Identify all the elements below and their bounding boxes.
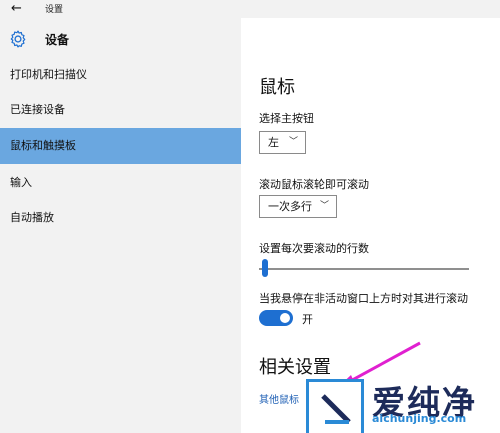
chevron-down-icon: ﹀ [319,201,329,211]
other-mouse-options-link[interactable]: 其他鼠标 [259,391,299,406]
toggle-knob [280,313,290,323]
sidebar-item-mouse-touchpad[interactable]: 鼠标和触摸板 [0,128,241,164]
section-title-mouse: 鼠标 [259,77,295,98]
inactive-scroll-toggle[interactable] [259,310,293,326]
inactive-scroll-label: 当我悬停在非活动窗口上方时对其进行滚动 [259,292,468,305]
scroll-mode-select[interactable]: 一次多行 ﹀ [259,195,337,218]
window-title: 设置 [45,5,64,15]
sidebar-header: 设备 [0,26,241,54]
sidebar-item-typing[interactable]: 输入 [0,165,241,201]
watermark-logo-icon [321,394,351,424]
toggle-state-label: 开 [302,313,313,326]
slider-thumb[interactable] [262,259,268,277]
lines-per-scroll-slider[interactable] [259,268,469,270]
main-content: 鼠标 选择主按钮 左 ﹀ 滚动鼠标滚轮即可滚动 一次多行 ﹀ 设置每次要滚动的行… [241,18,500,433]
sidebar-item-autoplay[interactable]: 自动播放 [0,200,241,236]
gear-icon [10,30,26,48]
chevron-down-icon: ﹀ [288,137,298,147]
back-arrow-icon[interactable]: ← [11,1,27,17]
primary-button-value: 左 [268,136,279,149]
sidebar-item-printers[interactable]: 打印机和扫描仪 [0,57,241,93]
sidebar-item-connected-devices[interactable]: 已连接设备 [0,92,241,128]
section-title-related: 相关设置 [259,357,331,378]
lines-per-scroll-label: 设置每次要滚动的行数 [259,242,369,255]
scroll-mode-value: 一次多行 [268,200,312,213]
scroll-mode-label: 滚动鼠标滚轮即可滚动 [259,178,369,191]
title-bar: ← 设置 [0,0,500,18]
primary-button-label: 选择主按钮 [259,112,314,125]
page-title: 设备 [45,33,70,47]
watermark-url: aichunjing.com [372,412,467,425]
sidebar: 设备 打印机和扫描仪 已连接设备 鼠标和触摸板 输入 自动播放 [0,18,241,433]
primary-button-select[interactable]: 左 ﹀ [259,131,306,154]
watermark-logo [306,379,364,433]
